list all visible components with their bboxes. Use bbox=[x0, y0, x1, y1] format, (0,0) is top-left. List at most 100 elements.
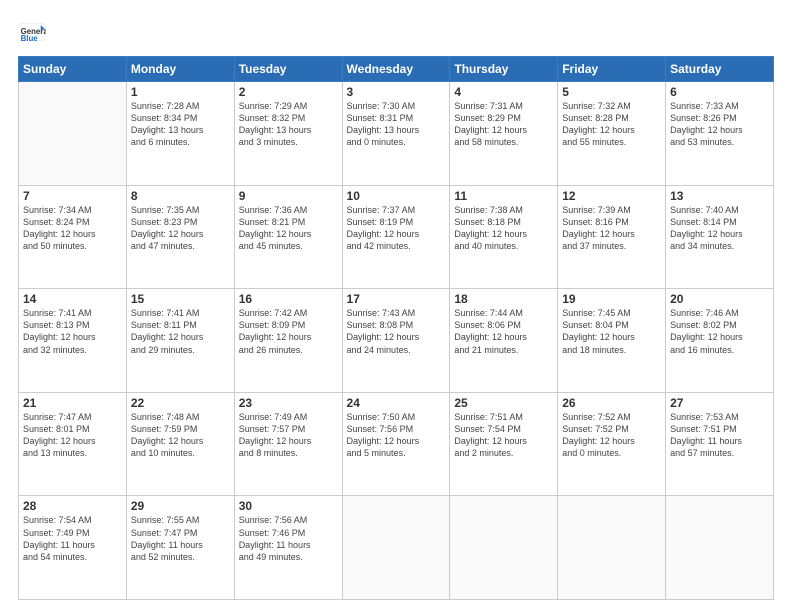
calendar-day-cell: 24Sunrise: 7:50 AMSunset: 7:56 PMDayligh… bbox=[342, 392, 450, 496]
day-info: Sunrise: 7:41 AMSunset: 8:13 PMDaylight:… bbox=[23, 307, 122, 356]
day-number: 28 bbox=[23, 499, 122, 513]
calendar-week-row: 28Sunrise: 7:54 AMSunset: 7:49 PMDayligh… bbox=[19, 496, 774, 600]
day-number: 9 bbox=[239, 189, 338, 203]
day-number: 20 bbox=[670, 292, 769, 306]
svg-text:Blue: Blue bbox=[21, 34, 39, 43]
day-number: 24 bbox=[347, 396, 446, 410]
day-info: Sunrise: 7:52 AMSunset: 7:52 PMDaylight:… bbox=[562, 411, 661, 460]
day-number: 1 bbox=[131, 85, 230, 99]
day-number: 16 bbox=[239, 292, 338, 306]
day-info: Sunrise: 7:50 AMSunset: 7:56 PMDaylight:… bbox=[347, 411, 446, 460]
day-info: Sunrise: 7:37 AMSunset: 8:19 PMDaylight:… bbox=[347, 204, 446, 253]
calendar-day-cell: 22Sunrise: 7:48 AMSunset: 7:59 PMDayligh… bbox=[126, 392, 234, 496]
day-info: Sunrise: 7:47 AMSunset: 8:01 PMDaylight:… bbox=[23, 411, 122, 460]
day-info: Sunrise: 7:46 AMSunset: 8:02 PMDaylight:… bbox=[670, 307, 769, 356]
header: General Blue bbox=[18, 18, 774, 46]
day-info: Sunrise: 7:48 AMSunset: 7:59 PMDaylight:… bbox=[131, 411, 230, 460]
day-number: 10 bbox=[347, 189, 446, 203]
day-number: 14 bbox=[23, 292, 122, 306]
calendar-day-cell: 21Sunrise: 7:47 AMSunset: 8:01 PMDayligh… bbox=[19, 392, 127, 496]
day-info: Sunrise: 7:35 AMSunset: 8:23 PMDaylight:… bbox=[131, 204, 230, 253]
calendar-day-cell: 11Sunrise: 7:38 AMSunset: 8:18 PMDayligh… bbox=[450, 185, 558, 289]
day-info: Sunrise: 7:56 AMSunset: 7:46 PMDaylight:… bbox=[239, 514, 338, 563]
calendar-day-cell: 17Sunrise: 7:43 AMSunset: 8:08 PMDayligh… bbox=[342, 289, 450, 393]
day-number: 21 bbox=[23, 396, 122, 410]
calendar-day-cell: 19Sunrise: 7:45 AMSunset: 8:04 PMDayligh… bbox=[558, 289, 666, 393]
day-number: 13 bbox=[670, 189, 769, 203]
weekday-header-wednesday: Wednesday bbox=[342, 57, 450, 82]
calendar-day-cell: 29Sunrise: 7:55 AMSunset: 7:47 PMDayligh… bbox=[126, 496, 234, 600]
calendar-day-cell: 4Sunrise: 7:31 AMSunset: 8:29 PMDaylight… bbox=[450, 82, 558, 186]
day-info: Sunrise: 7:49 AMSunset: 7:57 PMDaylight:… bbox=[239, 411, 338, 460]
calendar-empty-cell bbox=[558, 496, 666, 600]
day-number: 8 bbox=[131, 189, 230, 203]
day-number: 17 bbox=[347, 292, 446, 306]
calendar-day-cell: 1Sunrise: 7:28 AMSunset: 8:34 PMDaylight… bbox=[126, 82, 234, 186]
calendar-day-cell: 10Sunrise: 7:37 AMSunset: 8:19 PMDayligh… bbox=[342, 185, 450, 289]
day-info: Sunrise: 7:44 AMSunset: 8:06 PMDaylight:… bbox=[454, 307, 553, 356]
calendar-day-cell: 2Sunrise: 7:29 AMSunset: 8:32 PMDaylight… bbox=[234, 82, 342, 186]
day-number: 4 bbox=[454, 85, 553, 99]
day-number: 23 bbox=[239, 396, 338, 410]
calendar-week-row: 14Sunrise: 7:41 AMSunset: 8:13 PMDayligh… bbox=[19, 289, 774, 393]
logo-icon: General Blue bbox=[18, 18, 46, 46]
calendar-day-cell: 3Sunrise: 7:30 AMSunset: 8:31 PMDaylight… bbox=[342, 82, 450, 186]
calendar-day-cell: 28Sunrise: 7:54 AMSunset: 7:49 PMDayligh… bbox=[19, 496, 127, 600]
day-number: 19 bbox=[562, 292, 661, 306]
day-number: 29 bbox=[131, 499, 230, 513]
day-number: 3 bbox=[347, 85, 446, 99]
calendar-week-row: 7Sunrise: 7:34 AMSunset: 8:24 PMDaylight… bbox=[19, 185, 774, 289]
day-info: Sunrise: 7:31 AMSunset: 8:29 PMDaylight:… bbox=[454, 100, 553, 149]
calendar-empty-cell bbox=[666, 496, 774, 600]
day-number: 27 bbox=[670, 396, 769, 410]
calendar-day-cell: 26Sunrise: 7:52 AMSunset: 7:52 PMDayligh… bbox=[558, 392, 666, 496]
calendar-day-cell: 6Sunrise: 7:33 AMSunset: 8:26 PMDaylight… bbox=[666, 82, 774, 186]
calendar-day-cell: 27Sunrise: 7:53 AMSunset: 7:51 PMDayligh… bbox=[666, 392, 774, 496]
calendar-day-cell: 30Sunrise: 7:56 AMSunset: 7:46 PMDayligh… bbox=[234, 496, 342, 600]
calendar-day-cell: 13Sunrise: 7:40 AMSunset: 8:14 PMDayligh… bbox=[666, 185, 774, 289]
day-number: 6 bbox=[670, 85, 769, 99]
weekday-header-monday: Monday bbox=[126, 57, 234, 82]
day-number: 25 bbox=[454, 396, 553, 410]
day-info: Sunrise: 7:42 AMSunset: 8:09 PMDaylight:… bbox=[239, 307, 338, 356]
calendar-day-cell: 12Sunrise: 7:39 AMSunset: 8:16 PMDayligh… bbox=[558, 185, 666, 289]
day-info: Sunrise: 7:29 AMSunset: 8:32 PMDaylight:… bbox=[239, 100, 338, 149]
calendar-day-cell: 9Sunrise: 7:36 AMSunset: 8:21 PMDaylight… bbox=[234, 185, 342, 289]
day-info: Sunrise: 7:41 AMSunset: 8:11 PMDaylight:… bbox=[131, 307, 230, 356]
day-info: Sunrise: 7:36 AMSunset: 8:21 PMDaylight:… bbox=[239, 204, 338, 253]
day-number: 30 bbox=[239, 499, 338, 513]
day-info: Sunrise: 7:30 AMSunset: 8:31 PMDaylight:… bbox=[347, 100, 446, 149]
calendar-header-row: SundayMondayTuesdayWednesdayThursdayFrid… bbox=[19, 57, 774, 82]
calendar-week-row: 21Sunrise: 7:47 AMSunset: 8:01 PMDayligh… bbox=[19, 392, 774, 496]
day-info: Sunrise: 7:28 AMSunset: 8:34 PMDaylight:… bbox=[131, 100, 230, 149]
day-number: 15 bbox=[131, 292, 230, 306]
day-number: 7 bbox=[23, 189, 122, 203]
calendar-day-cell: 5Sunrise: 7:32 AMSunset: 8:28 PMDaylight… bbox=[558, 82, 666, 186]
day-number: 12 bbox=[562, 189, 661, 203]
weekday-header-tuesday: Tuesday bbox=[234, 57, 342, 82]
calendar-day-cell: 20Sunrise: 7:46 AMSunset: 8:02 PMDayligh… bbox=[666, 289, 774, 393]
weekday-header-saturday: Saturday bbox=[666, 57, 774, 82]
day-info: Sunrise: 7:34 AMSunset: 8:24 PMDaylight:… bbox=[23, 204, 122, 253]
calendar-empty-cell bbox=[450, 496, 558, 600]
day-info: Sunrise: 7:51 AMSunset: 7:54 PMDaylight:… bbox=[454, 411, 553, 460]
calendar-week-row: 1Sunrise: 7:28 AMSunset: 8:34 PMDaylight… bbox=[19, 82, 774, 186]
calendar-table: SundayMondayTuesdayWednesdayThursdayFrid… bbox=[18, 56, 774, 600]
day-info: Sunrise: 7:54 AMSunset: 7:49 PMDaylight:… bbox=[23, 514, 122, 563]
day-number: 2 bbox=[239, 85, 338, 99]
day-info: Sunrise: 7:39 AMSunset: 8:16 PMDaylight:… bbox=[562, 204, 661, 253]
calendar-day-cell: 7Sunrise: 7:34 AMSunset: 8:24 PMDaylight… bbox=[19, 185, 127, 289]
day-number: 26 bbox=[562, 396, 661, 410]
day-info: Sunrise: 7:40 AMSunset: 8:14 PMDaylight:… bbox=[670, 204, 769, 253]
day-info: Sunrise: 7:32 AMSunset: 8:28 PMDaylight:… bbox=[562, 100, 661, 149]
calendar-day-cell: 23Sunrise: 7:49 AMSunset: 7:57 PMDayligh… bbox=[234, 392, 342, 496]
calendar-empty-cell bbox=[342, 496, 450, 600]
day-info: Sunrise: 7:53 AMSunset: 7:51 PMDaylight:… bbox=[670, 411, 769, 460]
calendar-day-cell: 18Sunrise: 7:44 AMSunset: 8:06 PMDayligh… bbox=[450, 289, 558, 393]
calendar-empty-cell bbox=[19, 82, 127, 186]
day-info: Sunrise: 7:43 AMSunset: 8:08 PMDaylight:… bbox=[347, 307, 446, 356]
calendar-day-cell: 14Sunrise: 7:41 AMSunset: 8:13 PMDayligh… bbox=[19, 289, 127, 393]
logo: General Blue bbox=[18, 18, 50, 46]
day-number: 22 bbox=[131, 396, 230, 410]
weekday-header-sunday: Sunday bbox=[19, 57, 127, 82]
